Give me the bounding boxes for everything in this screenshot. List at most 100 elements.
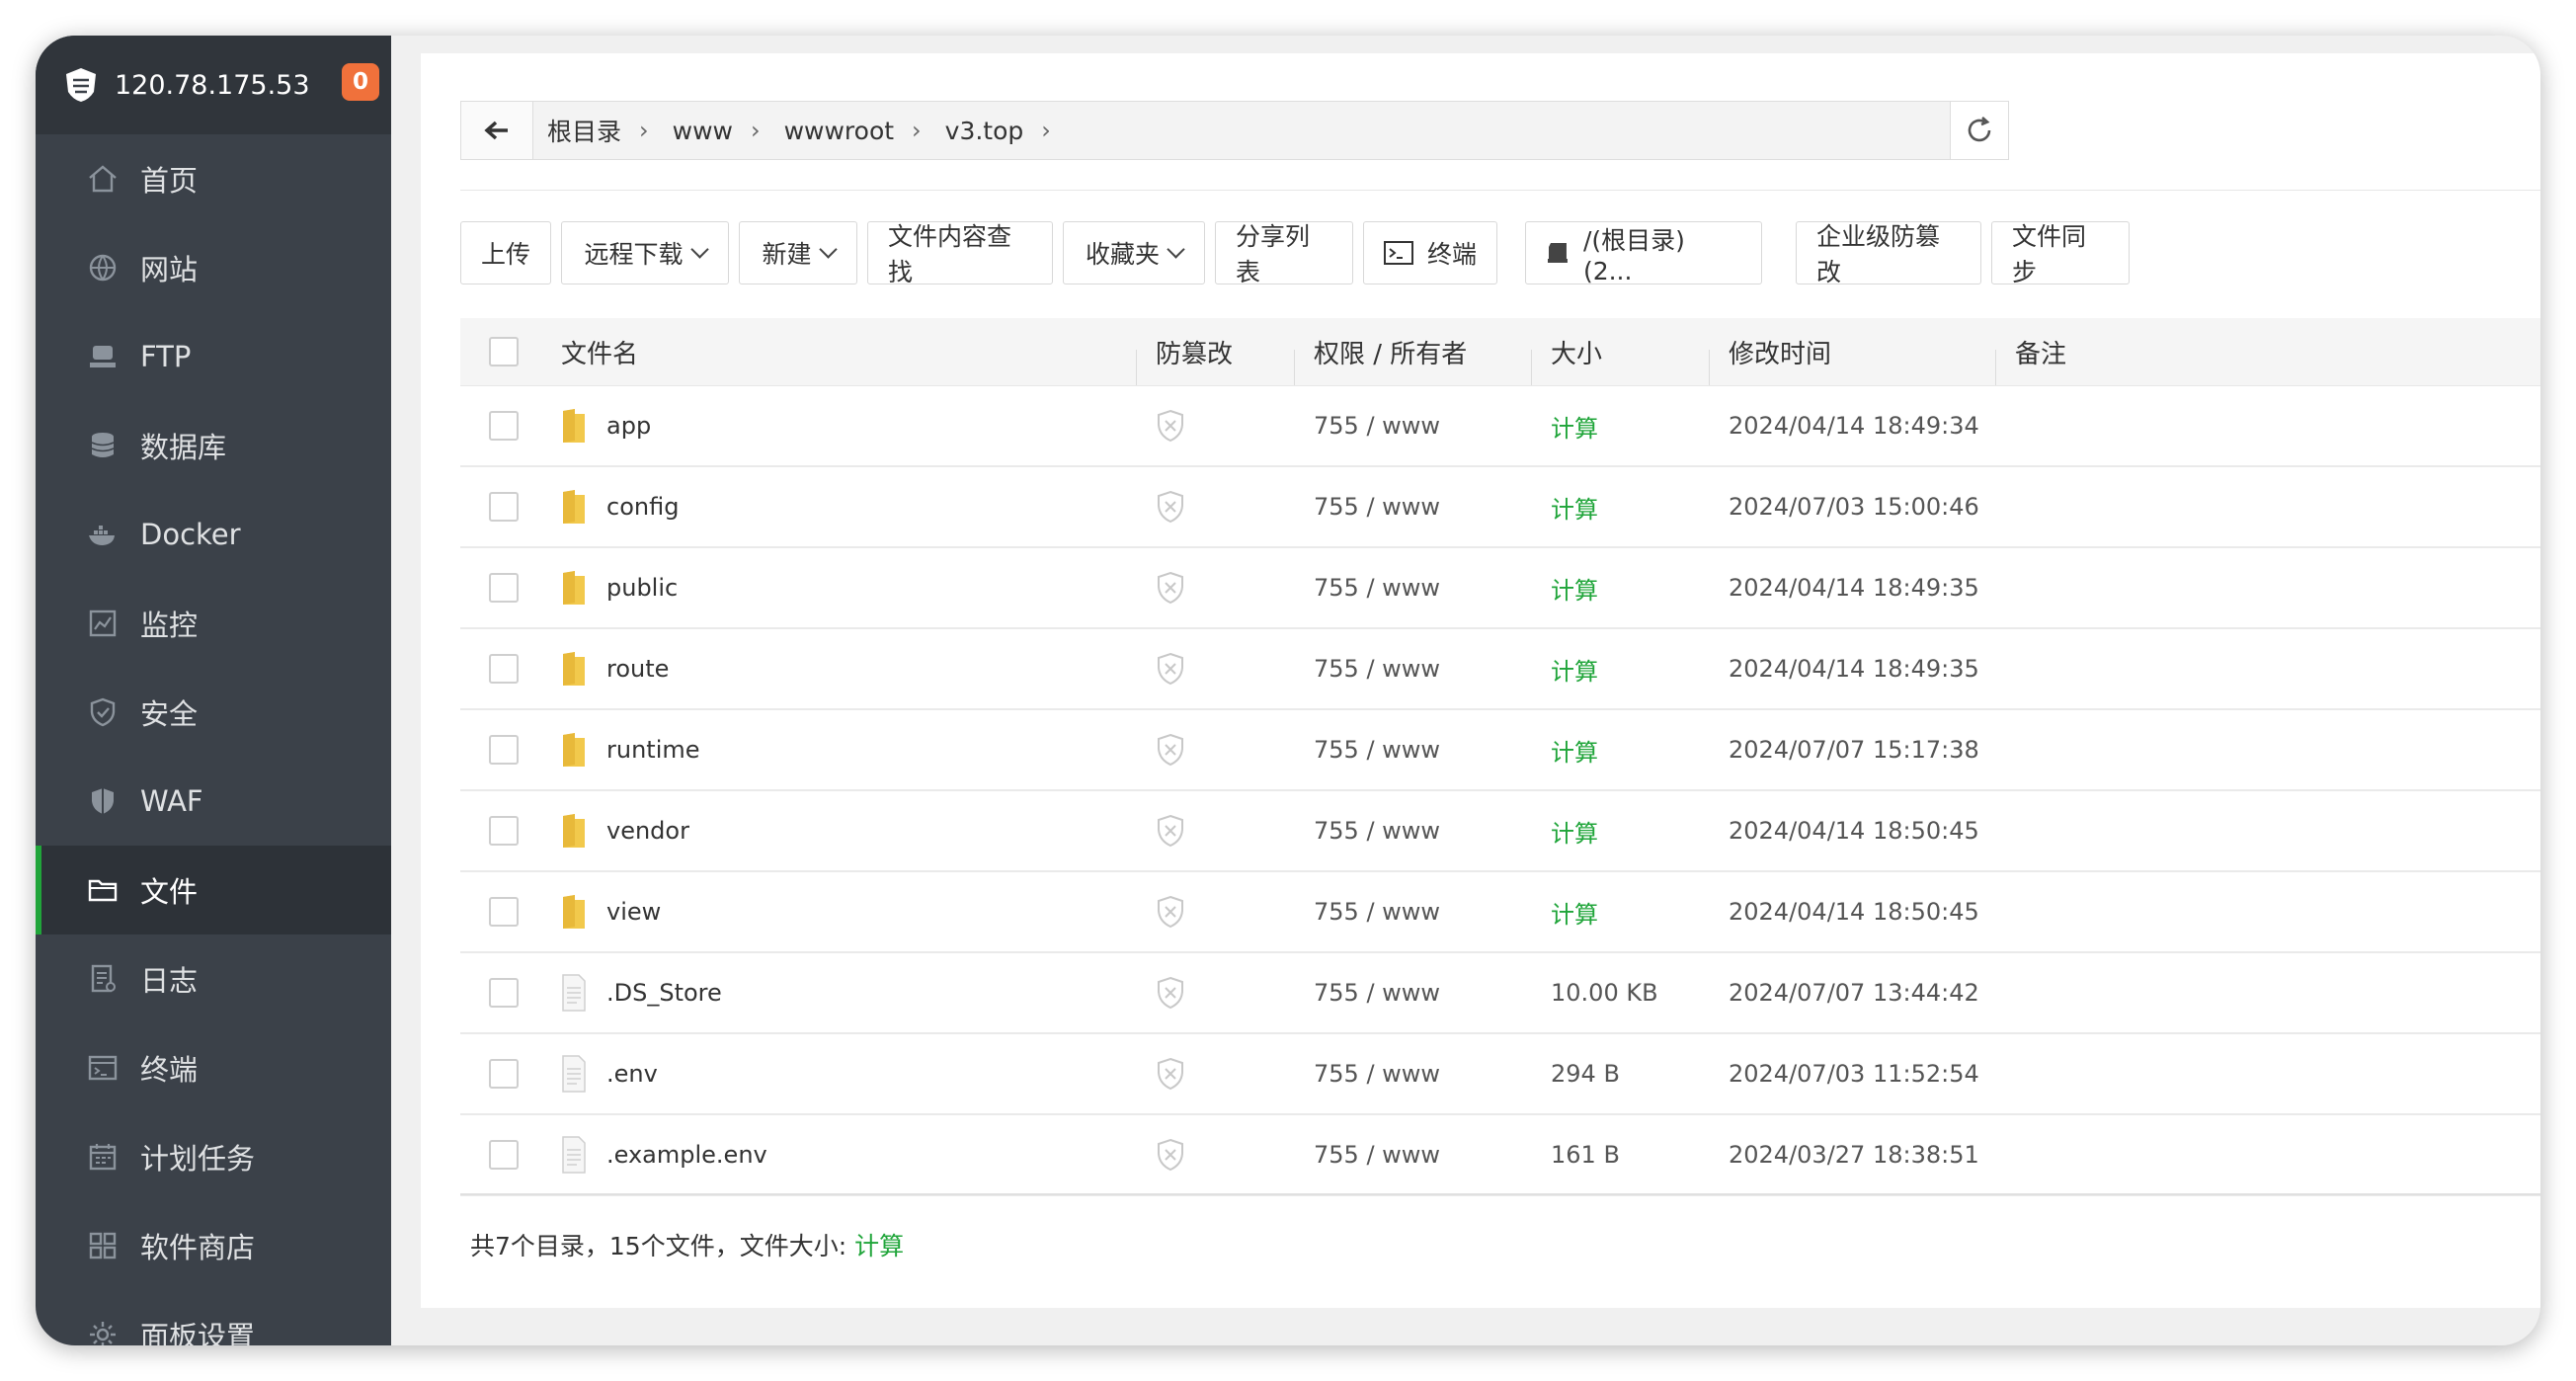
select-all-checkbox[interactable] xyxy=(489,337,519,366)
permission[interactable]: 755 / www xyxy=(1294,574,1531,602)
file-name-cell[interactable]: app xyxy=(547,407,1136,445)
table-row[interactable]: app 755 / www 计算 2024/04/14 18:49:34 xyxy=(460,386,2540,467)
permission[interactable]: 755 / www xyxy=(1294,1141,1531,1169)
chevron-right-icon[interactable]: › xyxy=(633,117,673,144)
content-search-button[interactable]: 文件内容查找 xyxy=(867,221,1053,286)
tamper-cell[interactable] xyxy=(1136,571,1294,605)
row-checkbox[interactable] xyxy=(489,978,519,1008)
file-size[interactable]: 计算 xyxy=(1531,814,1709,849)
permission[interactable]: 755 / www xyxy=(1294,655,1531,683)
table-row[interactable]: .example.env 755 / www 161 B 2024/03/27 18:… xyxy=(460,1115,2540,1196)
sidebar-item-7[interactable]: WAF xyxy=(36,757,391,846)
permission[interactable]: 755 / www xyxy=(1294,1060,1531,1088)
sidebar-item-6[interactable]: 安全 xyxy=(36,668,391,757)
chevron-right-icon[interactable]: › xyxy=(745,117,784,144)
row-checkbox[interactable] xyxy=(489,573,519,603)
row-checkbox[interactable] xyxy=(489,897,519,927)
tamper-cell[interactable] xyxy=(1136,733,1294,767)
file-name[interactable]: config xyxy=(606,493,679,521)
permission[interactable]: 755 / www xyxy=(1294,979,1531,1007)
sidebar-item-11[interactable]: 计划任务 xyxy=(36,1112,391,1201)
col-mtime[interactable]: 修改时间 xyxy=(1709,334,1995,385)
breadcrumb-item[interactable]: wwwroot xyxy=(784,117,906,145)
refresh-button[interactable] xyxy=(1950,102,2008,159)
file-name-cell[interactable]: .DS_Store xyxy=(547,974,1136,1012)
breadcrumb-item[interactable]: www xyxy=(673,117,745,145)
row-checkbox[interactable] xyxy=(489,654,519,684)
server-header[interactable]: 120.78.175.53 0 xyxy=(36,36,391,134)
disk-button[interactable]: /(根目录) (2... xyxy=(1525,221,1762,285)
breadcrumb-item[interactable]: v3.top xyxy=(945,117,1036,145)
file-name[interactable]: .env xyxy=(606,1060,658,1088)
permission[interactable]: 755 / www xyxy=(1294,817,1531,845)
sidebar-item-4[interactable]: Docker xyxy=(36,490,391,579)
permission[interactable]: 755 / www xyxy=(1294,898,1531,926)
file-name[interactable]: .DS_Store xyxy=(606,979,722,1007)
file-name[interactable]: view xyxy=(606,898,661,926)
tamper-cell[interactable] xyxy=(1136,895,1294,929)
sidebar-item-13[interactable]: 面板设置 xyxy=(36,1290,391,1345)
file-name[interactable]: runtime xyxy=(606,736,700,764)
row-checkbox[interactable] xyxy=(489,492,519,522)
chevron-right-icon[interactable]: › xyxy=(1035,117,1075,144)
permission[interactable]: 755 / www xyxy=(1294,412,1531,440)
breadcrumb-item[interactable]: 根目录 xyxy=(547,113,633,148)
file-name[interactable]: public xyxy=(606,574,678,602)
share-list-button[interactable]: 分享列表 xyxy=(1215,221,1353,286)
file-size[interactable]: 计算 xyxy=(1531,490,1709,525)
file-name[interactable]: app xyxy=(606,412,651,440)
permission[interactable]: 755 / www xyxy=(1294,493,1531,521)
tamper-protect-button[interactable]: 企业级防篡改 xyxy=(1796,221,1981,286)
tamper-cell[interactable] xyxy=(1136,490,1294,524)
row-checkbox[interactable] xyxy=(489,1059,519,1089)
summary-calc-link[interactable]: 计算 xyxy=(854,1232,904,1260)
file-name-cell[interactable]: .env xyxy=(547,1055,1136,1093)
row-checkbox[interactable] xyxy=(489,411,519,441)
new-button[interactable]: 新建 xyxy=(739,221,857,284)
col-size[interactable]: 大小 xyxy=(1531,334,1709,385)
sidebar-item-1[interactable]: 网站 xyxy=(36,223,391,312)
table-row[interactable]: view 755 / www 计算 2024/04/14 18:50:45 xyxy=(460,872,2540,953)
file-size[interactable]: 计算 xyxy=(1531,571,1709,606)
tamper-cell[interactable] xyxy=(1136,1138,1294,1172)
sidebar-item-3[interactable]: 数据库 xyxy=(36,401,391,490)
file-size[interactable]: 计算 xyxy=(1531,409,1709,444)
file-name[interactable]: route xyxy=(606,655,669,683)
table-row[interactable]: .DS_Store 755 / www 10.00 KB 2024/07/07 13:… xyxy=(460,953,2540,1034)
sidebar-item-9[interactable]: 日志 xyxy=(36,934,391,1023)
tamper-cell[interactable] xyxy=(1136,1057,1294,1091)
table-row[interactable]: runtime 755 / www 计算 2024/07/07 15:17:38 xyxy=(460,710,2540,791)
sidebar-item-2[interactable]: FTP xyxy=(36,312,391,401)
file-name-cell[interactable]: view xyxy=(547,893,1136,931)
tamper-cell[interactable] xyxy=(1136,976,1294,1010)
file-name-cell[interactable]: .example.env xyxy=(547,1136,1136,1174)
col-name[interactable]: 文件名 xyxy=(547,334,1136,370)
table-row[interactable]: vendor 755 / www 计算 2024/04/14 18:50:45 xyxy=(460,791,2540,872)
file-name-cell[interactable]: config xyxy=(547,488,1136,526)
file-size[interactable]: 计算 xyxy=(1531,733,1709,768)
sidebar-item-5[interactable]: 监控 xyxy=(36,579,391,668)
sidebar-item-10[interactable]: 终端 xyxy=(36,1023,391,1112)
file-name-cell[interactable]: route xyxy=(547,650,1136,688)
upload-button[interactable]: 上传 xyxy=(460,221,551,284)
sidebar-item-0[interactable]: 首页 xyxy=(36,134,391,223)
file-name[interactable]: vendor xyxy=(606,817,689,845)
tamper-cell[interactable] xyxy=(1136,652,1294,686)
file-sync-button[interactable]: 文件同步 xyxy=(1991,221,2130,286)
file-name-cell[interactable]: vendor xyxy=(547,812,1136,850)
terminal-button[interactable]: 终端 xyxy=(1363,221,1497,284)
notification-badge[interactable]: 0 xyxy=(342,63,379,101)
chevron-right-icon[interactable]: › xyxy=(906,117,945,144)
table-row[interactable]: .env 755 / www 294 B 2024/07/03 11:52:54 xyxy=(460,1034,2540,1115)
row-checkbox[interactable] xyxy=(489,735,519,765)
row-checkbox[interactable] xyxy=(489,816,519,846)
remote-download-button[interactable]: 远程下载 xyxy=(561,221,729,284)
file-size[interactable]: 计算 xyxy=(1531,895,1709,930)
tamper-cell[interactable] xyxy=(1136,814,1294,848)
sidebar-item-12[interactable]: 软件商店 xyxy=(36,1201,391,1290)
file-name-cell[interactable]: public xyxy=(547,569,1136,607)
file-size[interactable]: 计算 xyxy=(1531,652,1709,687)
favorites-button[interactable]: 收藏夹 xyxy=(1063,221,1205,284)
sidebar-item-8[interactable]: 文件 xyxy=(36,846,391,934)
row-checkbox[interactable] xyxy=(489,1140,519,1170)
